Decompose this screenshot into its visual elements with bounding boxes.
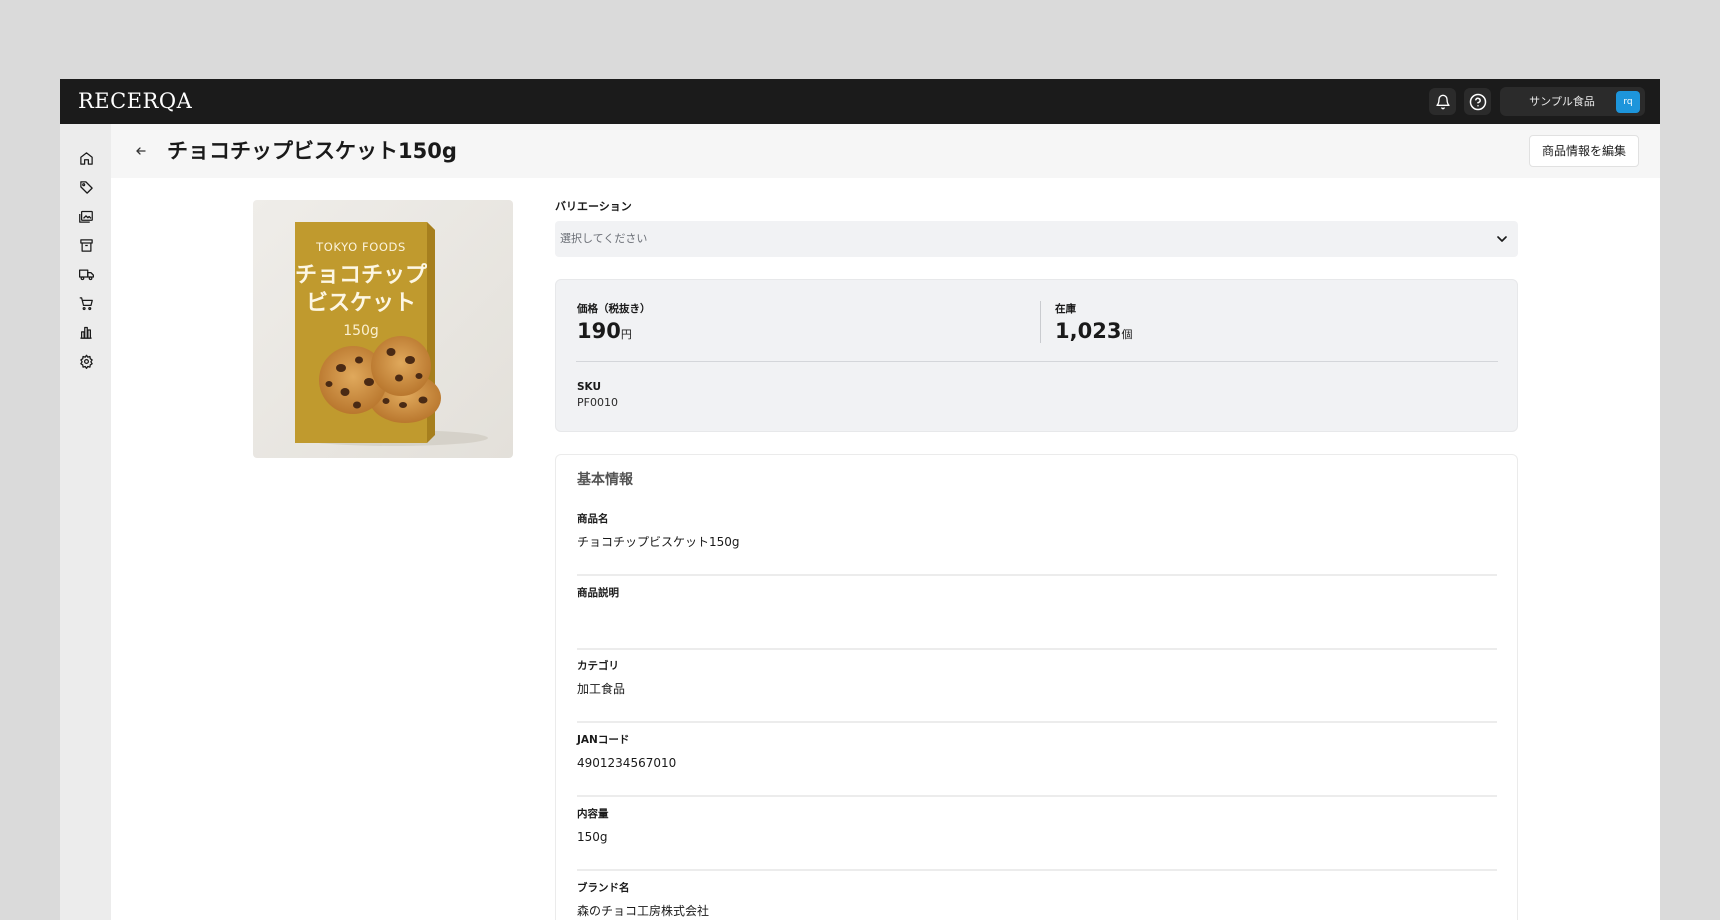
field-value: 150g [577, 830, 608, 844]
field-value: チョコチップビスケット150g [577, 535, 740, 549]
bar-chart-icon [80, 326, 92, 339]
product-box-illustration: TOKYO FOODS チョコチップ ビスケット 150g [295, 222, 488, 446]
app-window: RECERQA サンプル食品 rq チョコチップビスケット150g 商品情報を編… [60, 79, 1660, 920]
sidebar-item-analytics[interactable] [76, 322, 96, 342]
stats-card: 価格（税抜き） 190円 在庫 1,023個 SKU PF0010 [555, 279, 1518, 432]
app-logo[interactable]: RECERQA [78, 89, 192, 113]
chevron-down-icon [1497, 236, 1507, 242]
sidebar [60, 124, 111, 920]
organization-switcher[interactable]: サンプル食品 rq [1500, 87, 1645, 116]
help-button[interactable] [1464, 88, 1491, 115]
field-label: 内容量 [577, 808, 609, 820]
sidebar-item-products[interactable] [76, 177, 96, 197]
gear-icon [79, 354, 93, 369]
field-product-name: 商品名 チョコチップビスケット150g [577, 512, 1497, 576]
field-brand-name: ブランド名 森のチョコ工房株式会社 [577, 881, 1497, 920]
field-value: 4901234567010 [577, 756, 677, 770]
home-icon [79, 151, 93, 165]
page-title: チョコチップビスケット150g [167, 139, 457, 163]
main-content: チョコチップビスケット150g 商品情報を編集 TOKYO FOODS チョコチ… [111, 124, 1660, 920]
stock-number: 1,023 [1055, 319, 1122, 343]
box-brand-text: TOKYO FOODS [315, 240, 406, 254]
product-image: TOKYO FOODS チョコチップ ビスケット 150g [253, 200, 513, 458]
avatar: rq [1616, 91, 1640, 113]
price-value: 190円 [577, 318, 632, 348]
field-value: 森のチョコ工房株式会社 [577, 904, 710, 918]
stock-value: 1,023個 [1055, 318, 1132, 348]
box-name-line1: チョコチップ [295, 263, 428, 288]
sidebar-item-media[interactable] [76, 206, 96, 226]
field-product-description: 商品説明 [577, 586, 1497, 650]
box-name-line2: ビスケット [306, 291, 416, 316]
field-label: ブランド名 [577, 882, 630, 894]
field-label: 商品名 [577, 513, 609, 525]
tag-icon [79, 180, 93, 194]
price-unit: 円 [620, 328, 632, 341]
cart-icon [79, 296, 93, 310]
archive-box-icon [79, 238, 93, 252]
edit-product-button[interactable]: 商品情報を編集 [1529, 135, 1639, 167]
notifications-button[interactable] [1429, 88, 1456, 115]
field-jan-code: JANコード 4901234567010 [577, 733, 1497, 797]
sidebar-item-orders[interactable] [76, 293, 96, 313]
variation-select[interactable]: 選択してください [555, 221, 1518, 257]
field-category: カテゴリ 加工食品 [577, 659, 1497, 723]
stock-unit: 個 [1121, 328, 1133, 341]
field-content-amount: 内容量 150g [577, 807, 1497, 871]
truck-icon [78, 269, 94, 280]
arrow-left-icon [136, 147, 146, 155]
stock-label: 在庫 [1055, 303, 1076, 315]
price-label: 価格（税抜き） [577, 303, 651, 315]
field-label: JANコード [577, 734, 630, 746]
help-icon [1469, 93, 1486, 110]
sidebar-item-shipping[interactable] [76, 264, 96, 284]
field-label: 商品説明 [577, 587, 619, 599]
price-number: 190 [577, 319, 621, 343]
back-button[interactable] [130, 140, 152, 162]
sidebar-item-home[interactable] [76, 148, 96, 168]
field-label: カテゴリ [577, 660, 619, 672]
images-icon [79, 210, 93, 223]
section-title: 基本情報 [577, 472, 633, 488]
variation-placeholder: 選択してください [560, 232, 648, 245]
variation-label: バリエーション [555, 200, 632, 213]
stats-separator [576, 361, 1498, 362]
page-header: チョコチップビスケット150g 商品情報を編集 [111, 124, 1660, 178]
basic-info-card: 基本情報 商品名 チョコチップビスケット150g 商品説明 カテゴリ 加工食品 … [555, 454, 1518, 920]
sku-value: PF0010 [577, 396, 618, 409]
box-weight-text: 150g [343, 323, 379, 339]
sku-label: SKU [577, 381, 602, 393]
bell-icon [1435, 94, 1450, 109]
organization-name: サンプル食品 [1529, 95, 1595, 108]
field-value: 加工食品 [577, 682, 626, 696]
sidebar-item-settings[interactable] [76, 351, 96, 371]
top-bar: RECERQA サンプル食品 rq [60, 79, 1660, 124]
stats-divider [1040, 301, 1041, 343]
sidebar-item-inventory[interactable] [76, 235, 96, 255]
